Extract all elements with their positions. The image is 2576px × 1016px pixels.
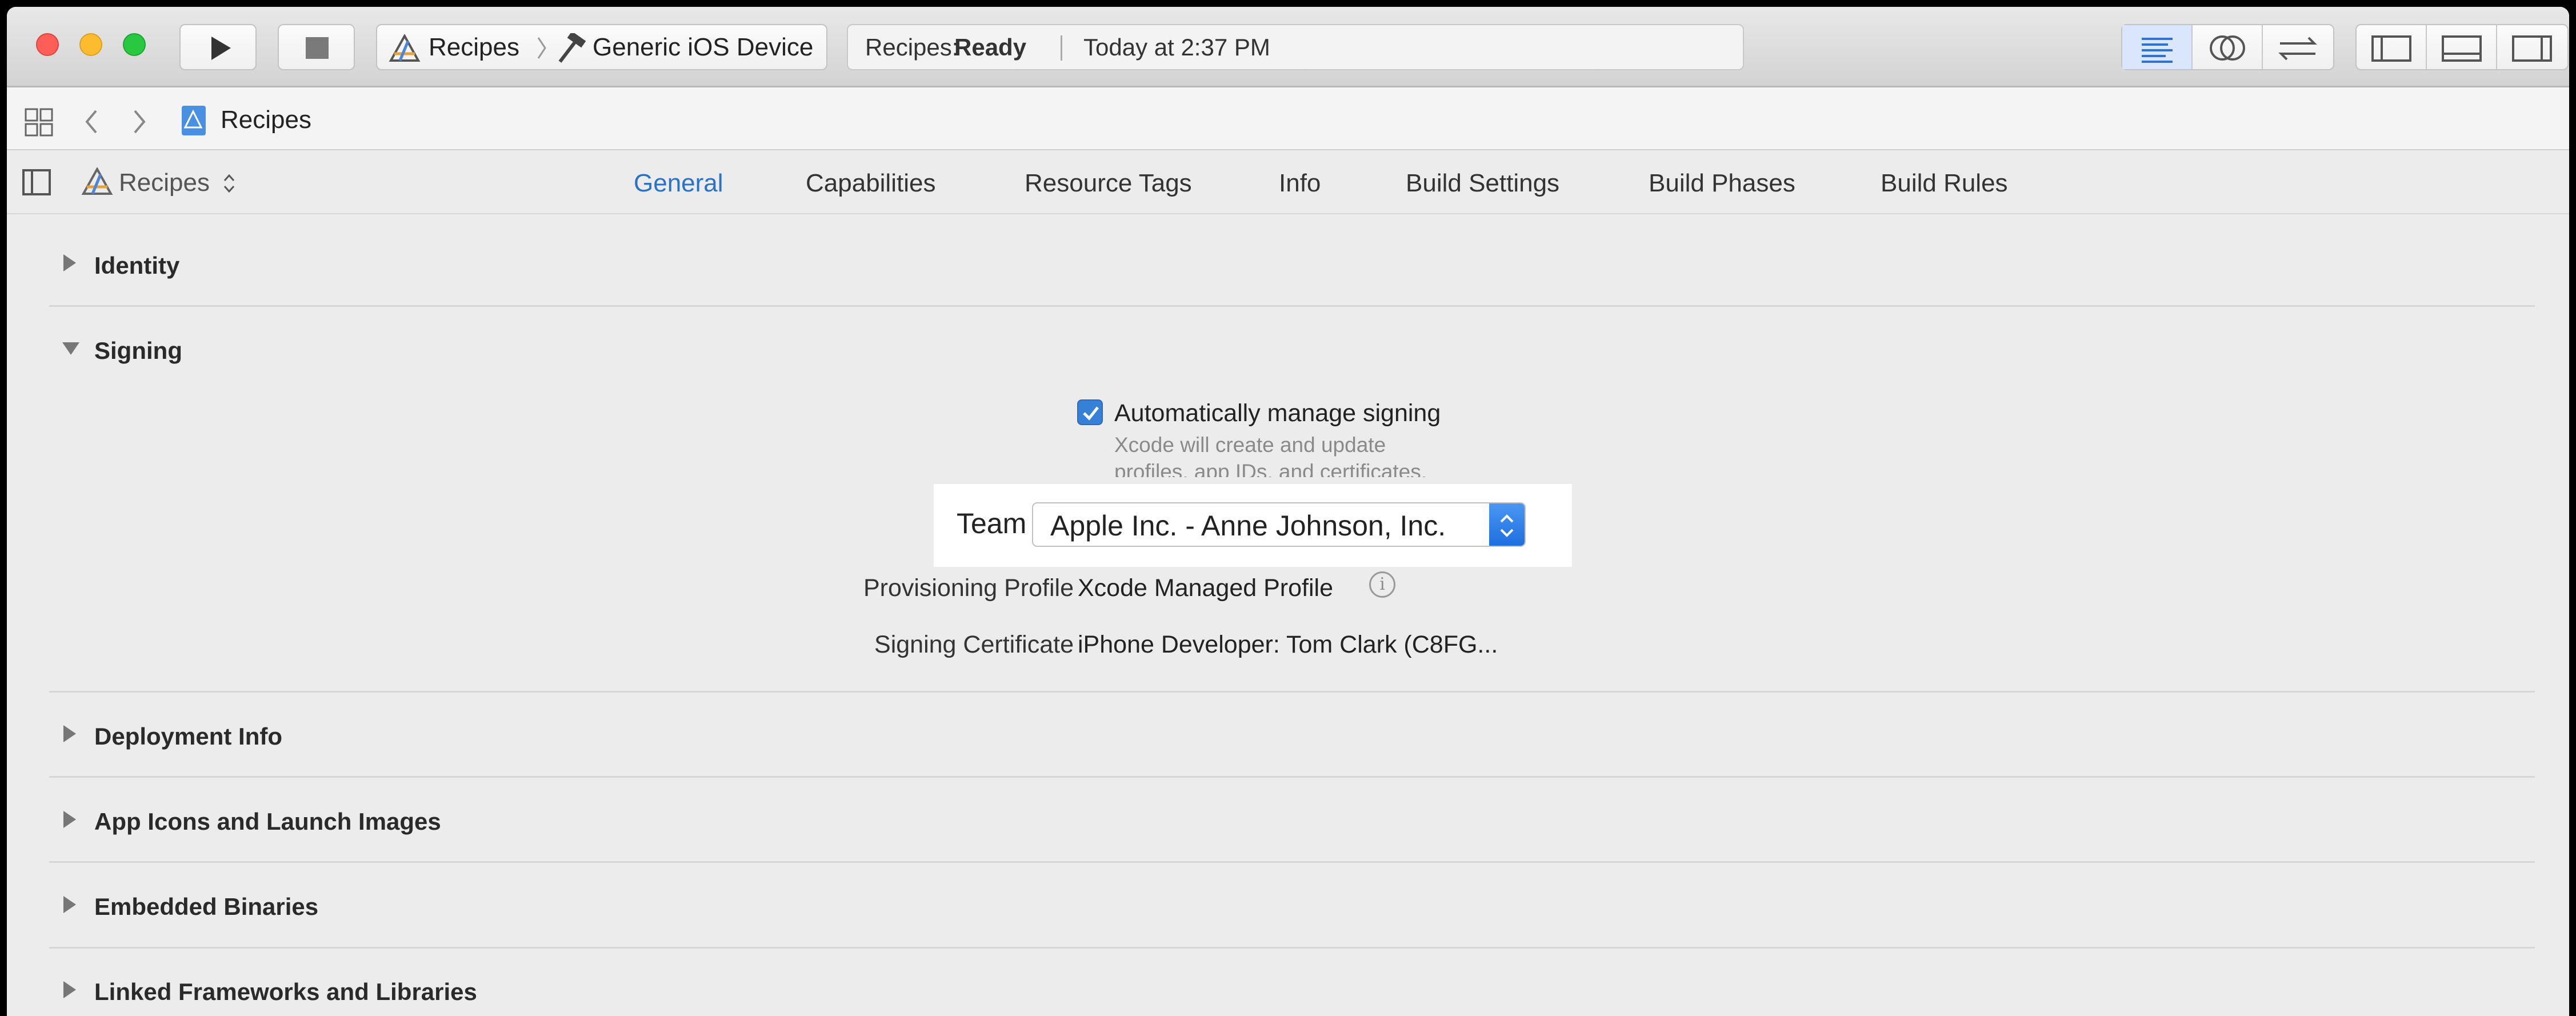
toggle-debug-area-button[interactable] [2427,25,2497,69]
zoom-window-button[interactable] [123,33,146,56]
activity-divider [1061,35,1062,61]
back-icon[interactable] [82,107,99,136]
jumpbar-project-label[interactable]: Recipes [221,106,311,134]
section-divider [49,861,2535,863]
target-selector[interactable]: Recipes [81,165,253,199]
team-value: Apple Inc. - Anne Johnson, Inc. [1050,510,1446,542]
path-separator-icon [537,37,546,59]
tab-info[interactable]: Info [1279,169,1321,198]
section-app-icons[interactable]: App Icons and Launch Images [94,808,441,835]
standard-editor-icon [2142,38,2173,63]
assistant-editor-icon [2210,35,2245,61]
target-selector-label: Recipes [119,169,210,197]
scheme-target-label: Recipes [429,33,519,61]
version-editor-button[interactable] [2263,25,2333,69]
scheme-device-label: Generic iOS Device [593,33,814,61]
section-divider [49,776,2535,778]
team-label: Team [957,507,1027,539]
chevron-updown-icon [223,174,235,193]
related-items-icon[interactable] [24,107,54,137]
view-panels-control [2355,24,2569,70]
disclosure-collapsed-icon[interactable] [61,810,78,829]
tab-general[interactable]: General [634,169,723,198]
forward-icon[interactable] [131,107,149,136]
tab-build-phases[interactable]: Build Phases [1649,169,1795,198]
info-icon[interactable]: i [1369,571,1395,598]
team-popup-button[interactable]: Apple Inc. - Anne Johnson, Inc. [1032,502,1526,547]
minimize-window-button[interactable] [79,33,102,56]
tab-capabilities[interactable]: Capabilities [806,169,935,198]
activity-view: Recipes: Ready Today at 2:37 PM [847,24,1744,70]
scheme-selector[interactable]: Recipes Generic iOS Device [376,24,827,70]
app-target-icon [81,167,113,195]
toggle-inspector-button[interactable] [2497,25,2567,69]
disclosure-collapsed-icon[interactable] [61,253,78,273]
editor-mode-control [2121,24,2334,70]
auto-manage-signing-label[interactable]: Automatically manage signing [1114,399,1441,427]
xcode-window: Recipes Generic iOS Device Recipes: Read… [7,7,2569,1016]
signing-certificate-label: Signing Certificate [874,631,1074,658]
section-linked-frameworks[interactable]: Linked Frameworks and Libraries [94,978,477,1006]
signing-certificate-value: iPhone Developer: Tom Clark (C8FG... [1078,631,1498,658]
run-button[interactable] [179,24,257,70]
right-panel-icon [2512,35,2552,62]
disclosure-collapsed-icon[interactable] [61,980,78,999]
checkmark-icon [1083,406,1099,421]
team-row: Team Apple Inc. - Anne Johnson, Inc. [934,484,1572,567]
section-embedded-binaries[interactable]: Embedded Binaries [94,893,318,921]
team-popup-arrows [1489,503,1525,546]
section-signing[interactable]: Signing [94,337,182,365]
hammer-icon [558,33,586,63]
tab-build-settings[interactable]: Build Settings [1406,169,1559,198]
disclosure-expanded-icon[interactable] [61,340,81,357]
section-divider [49,305,2535,307]
left-panel-icon [2371,35,2411,62]
xcode-app-icon [389,34,421,62]
assistant-editor-button[interactable] [2193,25,2263,69]
tab-resource-tags[interactable]: Resource Tags [1025,169,1192,198]
show-targets-list-icon[interactable] [22,169,51,196]
general-settings-panel: Identity Signing Automatically manage si… [7,215,2569,1016]
version-editor-icon [2278,37,2317,61]
provisioning-profile-label: Provisioning Profile [863,574,1074,602]
toggle-navigator-button[interactable] [2357,25,2427,69]
tab-build-rules[interactable]: Build Rules [1881,169,2008,198]
section-identity[interactable]: Identity [94,252,179,279]
play-icon [211,37,231,60]
provisioning-profile-value: Xcode Managed Profile [1078,574,1334,602]
section-deployment-info[interactable]: Deployment Info [94,723,282,750]
activity-prefix: Recipes: [865,34,959,61]
activity-timestamp: Today at 2:37 PM [1083,34,1270,61]
bottom-panel-icon [2442,35,2482,62]
jump-bar: Recipes [7,87,2569,150]
stop-button[interactable] [278,24,355,70]
disclosure-collapsed-icon[interactable] [61,895,78,914]
stop-icon [306,37,329,59]
disclosure-collapsed-icon[interactable] [61,724,78,743]
chevron-updown-icon [1500,514,1514,537]
activity-status: Ready [954,34,1027,61]
signing-help-line-1: Xcode will create and update [1114,433,1386,457]
section-divider [49,947,2535,949]
close-window-button[interactable] [36,33,59,56]
standard-editor-button[interactable] [2122,25,2193,69]
section-divider [49,691,2535,693]
project-file-icon [182,106,206,135]
auto-manage-signing-checkbox[interactable] [1077,399,1103,425]
project-editor-tabs: Recipes General Capabilities Resource Ta… [7,150,2569,214]
toolbar: Recipes Generic iOS Device Recipes: Read… [7,7,2569,87]
signing-help-line-2: profiles, app IDs, and certificates. [1114,460,1427,477]
